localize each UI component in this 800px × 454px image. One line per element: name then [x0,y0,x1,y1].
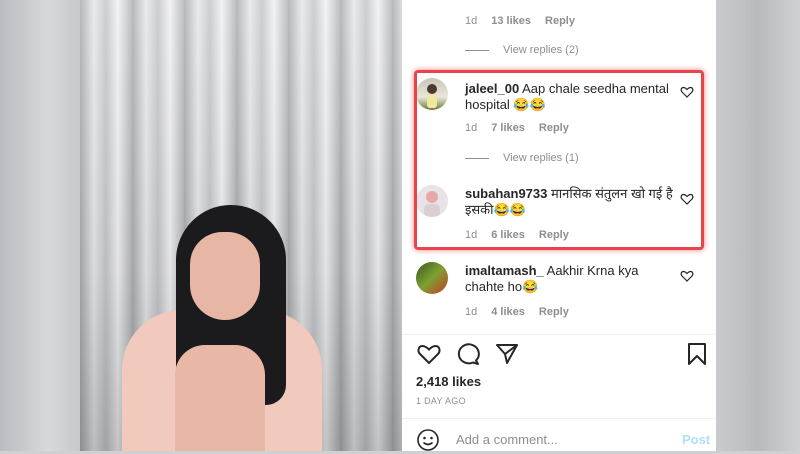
view-replies-label: View replies (2) [503,44,579,56]
avatar[interactable] [416,262,448,294]
action-bar [416,342,706,368]
post-video[interactable] [80,0,402,451]
comment-likes[interactable]: 4 likes [491,306,525,318]
background-blur-left [0,0,80,451]
comment-meta: 1d 13 likes Reply [465,15,575,27]
comment-time: 1d [465,306,478,318]
reply-button[interactable]: Reply [545,15,575,27]
comment-text: imaltamash_ Aakhir Krna kya chahte ho😂 [465,263,675,295]
post-likes-count[interactable]: 2,418 likes [416,374,481,389]
bookmark-icon[interactable] [686,342,708,366]
comment-username[interactable]: imaltamash_ [465,263,544,278]
background-blur-right [716,0,800,451]
reply-button[interactable]: Reply [539,306,569,318]
person-hands [175,345,265,451]
comment-icon[interactable] [456,342,482,366]
replies-line [465,49,489,51]
comment-input[interactable]: Add a comment... [456,432,558,447]
post-button[interactable]: Post [682,432,710,447]
comment-time: 1d [465,15,478,27]
highlight-box [414,70,704,250]
comment-meta: 1d 4 likes Reply [465,306,569,318]
divider [402,418,716,419]
add-comment-row: Add a comment... Post [416,428,716,454]
share-icon[interactable] [494,342,520,366]
post-date: 1 DAY AGO [416,396,466,406]
view-replies-button[interactable]: View replies (2) [465,44,579,56]
like-heart-icon[interactable] [680,269,694,283]
divider [402,334,716,335]
heart-icon[interactable] [416,342,442,366]
person-face [190,232,260,320]
emoji-icon[interactable] [416,428,440,452]
comment-likes[interactable]: 13 likes [491,15,531,27]
